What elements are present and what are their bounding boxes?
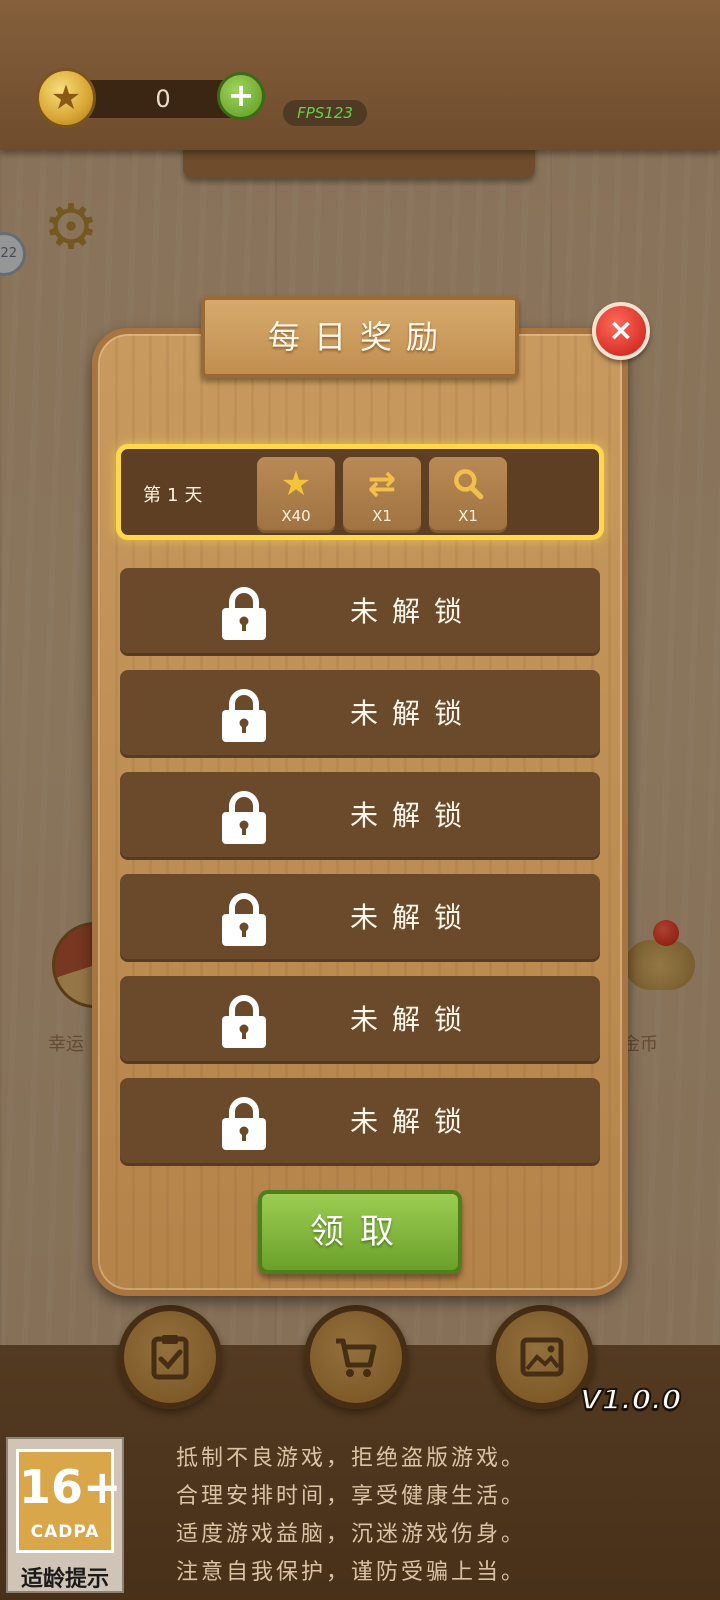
dialog-title: 每日奖励	[201, 296, 519, 378]
locked-label: 未解锁	[350, 901, 477, 934]
age-rating-badge: 16+ CADPA 适龄提示	[6, 1437, 124, 1593]
reward-coins: ★ X40	[257, 457, 335, 533]
age-rating-org: CADPA	[30, 1522, 100, 1542]
reward-qty: X40	[281, 507, 311, 525]
fps-indicator: FPS123	[283, 100, 367, 126]
add-coins-button[interactable]: +	[217, 72, 265, 120]
age-rating-tip: 适龄提示	[20, 1567, 109, 1592]
locked-label: 未解锁	[350, 697, 477, 730]
lock-icon	[222, 689, 266, 742]
reward-shuffle: ⇄ X1	[343, 457, 421, 533]
lock-icon	[222, 587, 266, 640]
health-notice: 抵制不良游戏，拒绝盗版游戏。 合理安排时间，享受健康生活。 适度游戏益脑，沉迷游…	[176, 1440, 706, 1592]
reward-qty: X1	[458, 507, 478, 525]
reward-qty: X1	[372, 507, 392, 525]
star-coin-icon: ★	[280, 464, 312, 504]
lock-icon	[222, 791, 266, 844]
star-coin-icon: ★	[36, 68, 96, 128]
lock-icon	[222, 1097, 266, 1150]
shuffle-icon: ⇄	[367, 464, 397, 504]
health-notice-line: 注意自我保护，谨防受骗上当。	[176, 1560, 527, 1585]
health-notice-line: 适度游戏益脑，沉迷游戏伤身。	[176, 1522, 527, 1547]
lock-icon	[222, 893, 266, 946]
locked-day-row: 未解锁	[120, 1078, 600, 1166]
close-button[interactable]: ×	[592, 302, 650, 360]
lock-icon	[222, 995, 266, 1048]
age-rating-number: 16+	[19, 1460, 122, 1514]
day-1-reward-row[interactable]: 第1天 ★ X40 ⇄ X1 X1	[116, 444, 604, 540]
locked-day-row: 未解锁	[120, 976, 600, 1064]
health-notice-line: 抵制不良游戏，拒绝盗版游戏。	[176, 1446, 527, 1471]
locked-label: 未解锁	[350, 1003, 477, 1036]
claim-button[interactable]: 领取	[258, 1190, 462, 1274]
reward-hint: X1	[429, 457, 507, 533]
locked-day-row: 未解锁	[120, 670, 600, 758]
locked-label: 未解锁	[350, 1105, 477, 1138]
top-bar	[0, 0, 720, 150]
version-label: V1.0.0	[579, 1382, 682, 1417]
locked-label: 未解锁	[350, 595, 477, 628]
locked-label: 未解锁	[350, 799, 477, 832]
health-notice-line: 合理安排时间，享受健康生活。	[176, 1484, 527, 1509]
age-rating-panel: 16+ CADPA	[16, 1449, 122, 1553]
locked-day-row: 未解锁	[120, 568, 600, 656]
locked-day-row: 未解锁	[120, 772, 600, 860]
magnifier-icon	[429, 461, 507, 507]
locked-day-row: 未解锁	[120, 874, 600, 962]
day-label: 第1天	[143, 485, 209, 506]
